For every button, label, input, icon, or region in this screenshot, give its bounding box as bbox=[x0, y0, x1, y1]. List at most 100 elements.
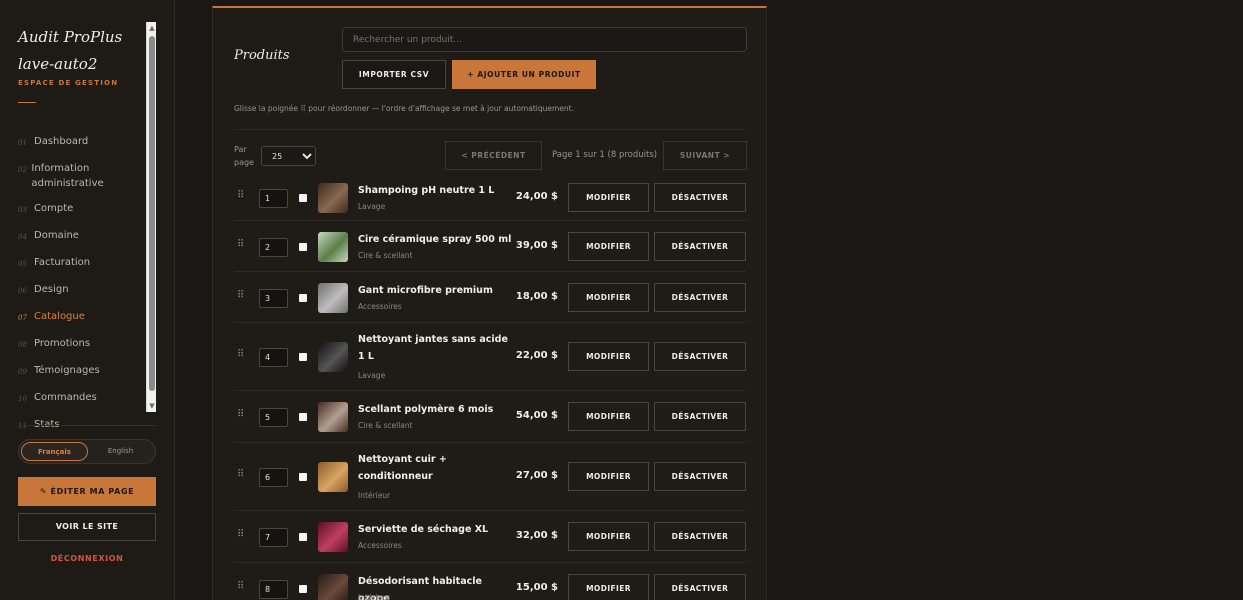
page-title: Produits bbox=[234, 48, 290, 63]
modify-button[interactable]: MODIFIER bbox=[568, 231, 649, 261]
deactivate-button[interactable]: DÉSACTIVER bbox=[654, 574, 746, 600]
nav-number: 10 bbox=[18, 395, 27, 403]
deactivate-button[interactable]: DÉSACTIVER bbox=[654, 182, 746, 212]
search-input[interactable] bbox=[342, 27, 747, 52]
modify-button[interactable]: MODIFIER bbox=[568, 462, 649, 491]
modify-button[interactable]: MODIFIER bbox=[568, 522, 649, 551]
next-page-button[interactable]: SUIVANT > bbox=[663, 141, 747, 170]
product-thumbnail bbox=[318, 402, 348, 432]
select-checkbox[interactable] bbox=[299, 413, 307, 421]
brand-divider bbox=[18, 102, 36, 103]
logout-button[interactable]: DÉCONNEXION bbox=[18, 554, 156, 568]
nav-number: 08 bbox=[18, 341, 27, 349]
drag-handle-icon[interactable]: ⠿ bbox=[237, 290, 244, 301]
products-panel: Produits IMPORTER CSV + AJOUTER UN PRODU… bbox=[212, 6, 767, 600]
drag-handle-icon[interactable]: ⠿ bbox=[237, 469, 244, 480]
product-row: ⠿ Désodorisant habitacle ozone Intérieur… bbox=[234, 563, 746, 600]
nav-number: 03 bbox=[18, 206, 27, 214]
deactivate-button[interactable]: DÉSACTIVER bbox=[654, 462, 746, 491]
deactivate-button[interactable]: DÉSACTIVER bbox=[654, 342, 746, 371]
sidebar-item-dashboard[interactable]: 01 Dashboard bbox=[18, 134, 143, 151]
select-checkbox[interactable] bbox=[299, 473, 307, 481]
sidebar-item-label: Catalogue bbox=[34, 311, 85, 322]
sidebar-item-domaine[interactable]: 04 Domaine bbox=[18, 228, 143, 245]
product-thumbnail bbox=[318, 231, 348, 262]
sidebar-item-information[interactable]: 02 Information administrative bbox=[18, 161, 143, 191]
select-checkbox[interactable] bbox=[299, 242, 307, 251]
drag-handle-icon[interactable]: ⠿ bbox=[237, 239, 244, 250]
nav-number: 02 bbox=[18, 166, 27, 174]
sidebar-item-design[interactable]: 06 Design bbox=[18, 282, 143, 299]
deactivate-button[interactable]: DÉSACTIVER bbox=[654, 522, 746, 551]
drag-handle-icon[interactable]: ⠿ bbox=[237, 581, 244, 592]
lang-en-button[interactable]: English bbox=[88, 442, 153, 461]
drag-handle-icon[interactable]: ⠿ bbox=[237, 529, 244, 540]
product-price: 18,00 $ bbox=[515, 290, 558, 302]
sidebar-item-label: Facturation bbox=[34, 257, 91, 268]
drag-handle-icon[interactable]: ⠿ bbox=[237, 409, 244, 420]
product-thumbnail bbox=[318, 462, 348, 492]
order-input[interactable] bbox=[259, 348, 288, 367]
sidebar-item-compte[interactable]: 03 Compte bbox=[18, 201, 143, 218]
modify-button[interactable]: MODIFIER bbox=[568, 574, 649, 600]
deactivate-button[interactable]: DÉSACTIVER bbox=[654, 402, 746, 431]
order-input[interactable] bbox=[259, 580, 288, 599]
lang-fr-button[interactable]: Français bbox=[21, 442, 88, 461]
modify-button[interactable]: MODIFIER bbox=[568, 182, 649, 212]
sidebar-item-commandes[interactable]: 10 Commandes bbox=[18, 390, 143, 407]
sidebar-nav: 01 Dashboard 02 Information administrative… bbox=[18, 134, 143, 444]
drag-handle-icon[interactable]: ⠿ bbox=[237, 190, 244, 201]
previous-page-button[interactable]: < PRÉCÉDENT bbox=[445, 141, 542, 170]
edit-page-button[interactable]: ✎ ÉDITER MA PAGE bbox=[18, 477, 156, 506]
nav-number: 09 bbox=[18, 368, 27, 376]
modify-button[interactable]: MODIFIER bbox=[568, 282, 649, 312]
product-category: Cire & scellant bbox=[358, 421, 413, 430]
product-price: 22,00 $ bbox=[515, 350, 558, 361]
product-name: Nettoyant cuir + conditionneur bbox=[358, 454, 447, 482]
select-checkbox[interactable] bbox=[299, 193, 307, 202]
view-site-button[interactable]: VOIR LE SITE bbox=[18, 513, 156, 541]
product-row: ⠿ Nettoyant jantes sans acide 1 L Lavage… bbox=[234, 323, 746, 391]
add-product-button[interactable]: + AJOUTER UN PRODUIT bbox=[452, 60, 596, 89]
import-csv-button[interactable]: IMPORTER CSV bbox=[342, 60, 446, 89]
sidebar-item-promotions[interactable]: 08 Promotions bbox=[18, 336, 143, 353]
select-checkbox[interactable] bbox=[299, 353, 307, 361]
product-category: Accessoires bbox=[358, 541, 402, 550]
product-row: ⠿ Cire céramique spray 500 ml Cire & sce… bbox=[234, 221, 746, 272]
sidebar-item-label: Design bbox=[34, 284, 69, 295]
product-name: Gant microfibre premium bbox=[358, 284, 493, 296]
modify-button[interactable]: MODIFIER bbox=[568, 402, 649, 431]
order-input[interactable] bbox=[259, 237, 288, 257]
sidebar-item-label: Compte bbox=[34, 203, 74, 214]
select-checkbox[interactable] bbox=[299, 585, 307, 593]
sidebar-item-facturation[interactable]: 05 Facturation bbox=[18, 255, 143, 272]
product-price: 24,00 $ bbox=[515, 190, 558, 202]
scroll-down-icon[interactable]: ▼ bbox=[148, 402, 156, 410]
order-input[interactable] bbox=[259, 468, 288, 487]
order-input[interactable] bbox=[259, 188, 288, 208]
scrollbar-thumb[interactable] bbox=[149, 36, 155, 391]
pagination-info: Page 1 sur 1 (8 produits) bbox=[552, 150, 658, 160]
deactivate-button[interactable]: DÉSACTIVER bbox=[654, 231, 746, 261]
select-checkbox[interactable] bbox=[299, 293, 307, 302]
sidebar-item-temoignages[interactable]: 09 Témoignages bbox=[18, 363, 143, 380]
select-checkbox[interactable] bbox=[299, 533, 307, 541]
order-input[interactable] bbox=[259, 528, 288, 547]
sidebar-scrollbar[interactable]: ▲ ▼ bbox=[146, 22, 156, 412]
modify-button[interactable]: MODIFIER bbox=[568, 342, 649, 371]
product-price: 15,00 $ bbox=[515, 582, 558, 593]
sidebar-item-catalogue[interactable]: 07 Catalogue bbox=[18, 309, 143, 326]
order-input[interactable] bbox=[259, 408, 288, 427]
per-page-select[interactable]: 25 bbox=[261, 146, 316, 166]
product-name: Shampoing pH neutre 1 L bbox=[358, 184, 495, 196]
product-category: Cire & scellant bbox=[358, 250, 413, 260]
nav-number: 04 bbox=[18, 233, 27, 241]
deactivate-button[interactable]: DÉSACTIVER bbox=[654, 282, 746, 312]
sidebar-item-label: Témoignages bbox=[34, 365, 100, 376]
edit-page-label: ÉDITER MA PAGE bbox=[50, 487, 135, 496]
nav-number: 05 bbox=[18, 260, 27, 268]
product-price: 27,00 $ bbox=[515, 470, 558, 481]
drag-handle-icon[interactable]: ⠿ bbox=[237, 349, 244, 360]
order-input[interactable] bbox=[259, 288, 288, 308]
scroll-up-icon[interactable]: ▲ bbox=[148, 24, 156, 32]
